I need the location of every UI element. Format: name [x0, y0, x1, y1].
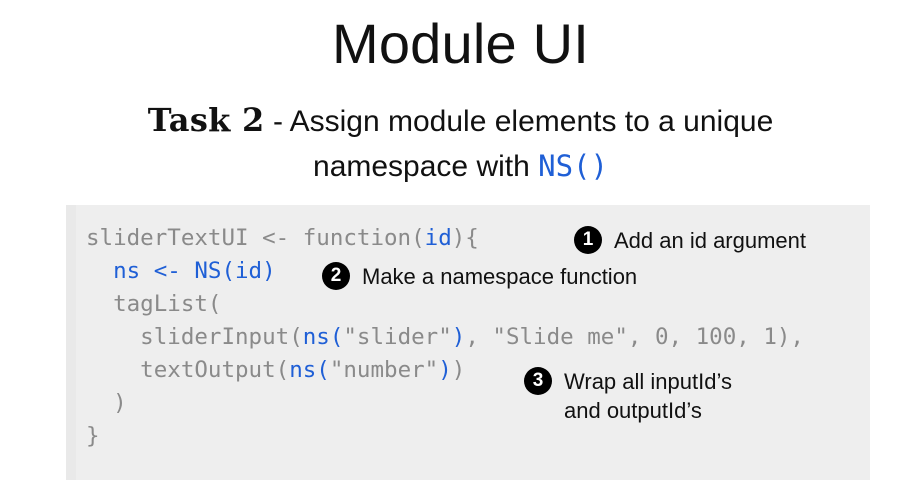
- annotation-1-text: Add an id argument: [614, 228, 807, 253]
- annotation-1: 1 Add an id argument: [574, 226, 806, 255]
- code-line-2: ns <- NS(id): [113, 258, 276, 284]
- subtitle-text-2: namespace with: [313, 150, 539, 183]
- code-line-5: textOutput(ns("number")): [86, 357, 466, 383]
- annotation-2-text: Make a namespace function: [362, 264, 638, 289]
- annotation-3-text: Wrap all inputId’s and outputId’s: [564, 369, 732, 423]
- number-badge-2-icon: 2: [322, 262, 350, 290]
- annotation-2: 2 Make a namespace function: [322, 262, 637, 291]
- code-line-7: }: [86, 423, 100, 449]
- subtitle-text: - Assign module elements to a unique: [264, 105, 774, 138]
- annotation-3: 3 Wrap all inputId’s and outputId’s: [524, 367, 732, 425]
- ns-function-code: NS(): [538, 149, 608, 183]
- slide-title: Module UI: [331, 12, 590, 75]
- subtitle-line-2: namespace with NS(): [0, 144, 921, 189]
- code-line-1: sliderTextUI <- function(id){: [86, 225, 479, 251]
- subtitle-line-1: Task 2 - Assign module elements to a uni…: [0, 98, 921, 144]
- number-badge-1-icon: 1: [574, 226, 602, 254]
- number-badge-3-icon: 3: [524, 367, 552, 395]
- code-line-6: ): [86, 390, 127, 416]
- code-line-3: tagList(: [86, 291, 222, 317]
- task-label: Task 2: [147, 101, 265, 139]
- code-line-4: sliderInput(ns("slider"), "Slide me", 0,…: [86, 324, 804, 350]
- slide-subtitle: Task 2 - Assign module elements to a uni…: [0, 98, 921, 189]
